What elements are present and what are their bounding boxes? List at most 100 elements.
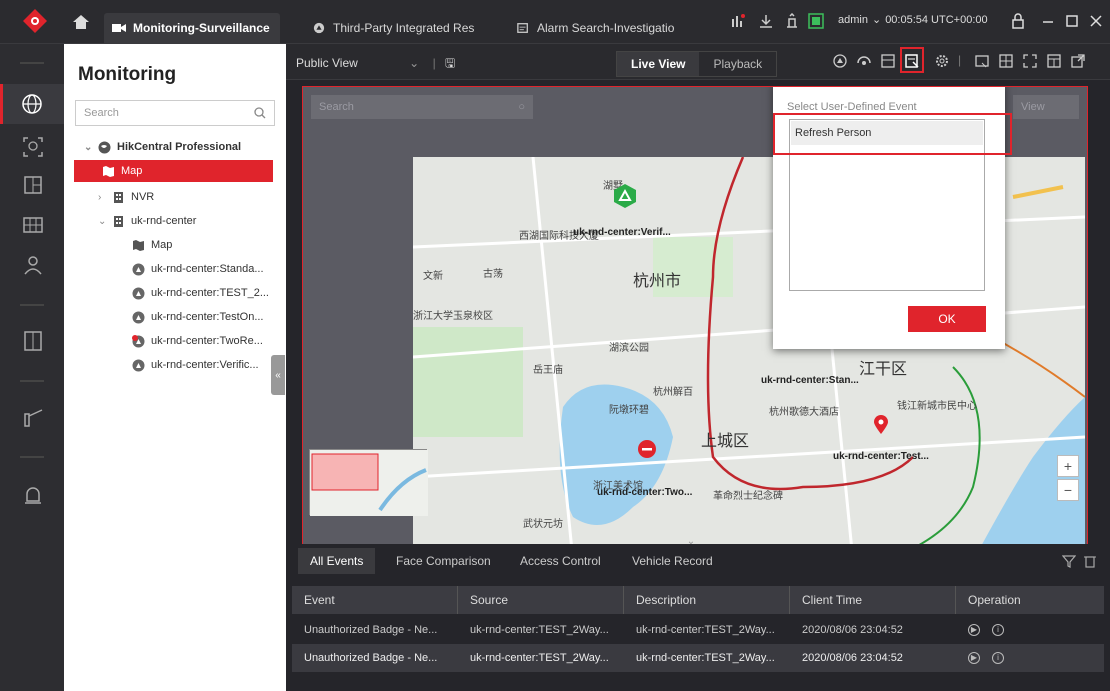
popup-title: Select User-Defined Event bbox=[787, 101, 917, 113]
door-alert-icon bbox=[132, 334, 145, 347]
person-icon[interactable] bbox=[22, 254, 44, 276]
highlight-box bbox=[900, 47, 924, 73]
external-window-icon[interactable] bbox=[1070, 53, 1086, 69]
live-view-window[interactable]: Search ○ View 湖墅 文新 古荡 西湖国际科技大厦 uk-rnd-c… bbox=[302, 86, 1088, 560]
zoom-out-button[interactable]: − bbox=[1057, 479, 1079, 501]
zoom-in-button[interactable]: + bbox=[1057, 455, 1079, 477]
door-control-icon[interactable] bbox=[22, 330, 44, 352]
mode-switch: Live View Playback bbox=[616, 51, 778, 77]
tab-alarm-search[interactable]: Alarm Search-Investigatio bbox=[508, 13, 698, 43]
arm-control-icon[interactable] bbox=[856, 53, 872, 69]
snapshot-icon[interactable] bbox=[974, 53, 990, 69]
maintenance-icon[interactable] bbox=[784, 13, 800, 29]
signal-icon[interactable] bbox=[730, 13, 746, 29]
chevron-down-icon: ⌄ bbox=[84, 141, 93, 153]
search-icon: ○ bbox=[518, 101, 525, 113]
alarm-bell-icon[interactable] bbox=[22, 484, 44, 506]
cell-source: uk-rnd-center:TEST_2Way... bbox=[470, 624, 609, 636]
chevron-down-icon: ⌄ bbox=[871, 14, 882, 26]
tab-label: Third-Party Integrated Res bbox=[333, 21, 475, 35]
map-view-button[interactable]: View bbox=[1013, 95, 1079, 119]
map-search-input[interactable]: Search ○ bbox=[311, 95, 533, 119]
layout-grid-icon[interactable] bbox=[1046, 53, 1062, 69]
minimize-icon[interactable] bbox=[1040, 13, 1056, 29]
lock-icon[interactable] bbox=[1010, 13, 1026, 29]
door-icon bbox=[132, 311, 145, 323]
tree-node-map[interactable]: Map bbox=[74, 160, 273, 182]
tab-third-party[interactable]: Third-Party Integrated Res bbox=[304, 13, 484, 43]
playback-tab[interactable]: Playback bbox=[699, 52, 776, 76]
sidebar-item-monitoring[interactable] bbox=[0, 84, 64, 124]
tree-node-map-child[interactable]: Map bbox=[132, 234, 172, 256]
user-status[interactable]: admin ⌄ 00:05:54 UTC+00:00 bbox=[838, 13, 988, 27]
tree-node-door[interactable]: uk-rnd-center:TestOn... bbox=[132, 306, 264, 328]
column-header-operation[interactable]: Operation bbox=[956, 586, 1104, 614]
map-icon bbox=[133, 239, 144, 251]
tab-vehicle-record[interactable]: Vehicle Record bbox=[620, 548, 725, 574]
cell-client-time: 2020/08/06 23:04:52 bbox=[802, 624, 903, 636]
info-icon[interactable]: i bbox=[992, 624, 1004, 637]
gear-icon[interactable] bbox=[934, 53, 950, 69]
overview-minimap[interactable] bbox=[309, 449, 428, 516]
layout-icon[interactable] bbox=[22, 174, 44, 196]
maximize-icon[interactable] bbox=[1064, 13, 1080, 29]
column-header-client-time[interactable]: Client Time bbox=[790, 586, 956, 614]
ok-button[interactable]: OK bbox=[908, 306, 986, 332]
window-split-icon[interactable] bbox=[998, 53, 1014, 69]
close-icon[interactable] bbox=[1088, 13, 1104, 29]
highlight-box bbox=[773, 113, 1012, 155]
place-label: 古荡 bbox=[483, 269, 503, 280]
play-icon[interactable]: ▶ bbox=[968, 624, 980, 637]
resource-icon[interactable] bbox=[832, 53, 848, 69]
tree-node-uk-rnd-center[interactable]: ⌄ uk-rnd-center bbox=[98, 210, 196, 232]
home-icon[interactable] bbox=[72, 14, 90, 30]
filter-icon[interactable] bbox=[1062, 554, 1076, 568]
column-header-event[interactable]: Event bbox=[292, 586, 458, 614]
divider bbox=[20, 304, 44, 306]
fullscreen-icon[interactable] bbox=[1022, 53, 1038, 69]
device-marker-icon[interactable] bbox=[613, 183, 637, 209]
search-input[interactable]: Search bbox=[75, 100, 275, 126]
place-label: 阮墩环碧 bbox=[609, 405, 649, 416]
column-header-source[interactable]: Source bbox=[458, 586, 624, 614]
cell-event: Unauthorized Badge - Ne... bbox=[304, 652, 438, 664]
video-icon bbox=[112, 24, 126, 32]
tree-node-door[interactable]: uk-rnd-center:TEST_2... bbox=[132, 282, 269, 304]
main-area: Public View ⌄ | 🖫 Live View Playback | S… bbox=[286, 44, 1110, 691]
table-row[interactable]: Unauthorized Badge - Ne... uk-rnd-center… bbox=[292, 644, 1104, 672]
delete-icon[interactable] bbox=[1084, 554, 1096, 568]
username: admin bbox=[838, 13, 868, 26]
tab-monitoring-surveillance[interactable]: Monitoring-Surveillance bbox=[104, 13, 280, 43]
place-label: 武状元坊 bbox=[523, 519, 563, 530]
event-tabs: All Events Face Comparison Access Contro… bbox=[286, 544, 1110, 576]
city-label: 上城区 bbox=[701, 431, 750, 450]
live-view-tab[interactable]: Live View bbox=[617, 52, 700, 76]
divider: | bbox=[958, 53, 962, 67]
barrier-icon[interactable] bbox=[22, 406, 44, 428]
alarm-marker-icon[interactable] bbox=[637, 439, 657, 461]
grid-icon[interactable] bbox=[22, 214, 44, 236]
tree-node-root[interactable]: ⌄ HikCentral Professional bbox=[84, 136, 241, 158]
tree-node-door[interactable]: uk-rnd-center:Verific... bbox=[132, 354, 259, 376]
tree-node-door-alarm[interactable]: uk-rnd-center:TwoRe... bbox=[132, 330, 263, 352]
collapse-panel-button[interactable]: « bbox=[271, 355, 285, 395]
map-device-label: uk-rnd-center:Stan... bbox=[761, 375, 859, 386]
download-icon[interactable] bbox=[758, 13, 774, 29]
tab-face-comparison[interactable]: Face Comparison bbox=[384, 548, 503, 574]
qr-icon[interactable] bbox=[808, 13, 824, 29]
tab-label: Alarm Search-Investigatio bbox=[537, 21, 675, 35]
save-icon[interactable]: 🖫 bbox=[445, 56, 455, 70]
tab-all-events[interactable]: All Events bbox=[298, 548, 376, 574]
tree-node-door[interactable]: uk-rnd-center:Standa... bbox=[132, 258, 264, 280]
play-icon[interactable]: ▶ bbox=[968, 652, 980, 665]
panel-icon[interactable] bbox=[880, 53, 896, 69]
view-selector[interactable]: Public View ⌄ | 🖫 bbox=[296, 54, 455, 75]
tab-access-control[interactable]: Access Control bbox=[508, 548, 613, 574]
tree-node-nvr[interactable]: › NVR bbox=[98, 186, 154, 208]
page-title: Monitoring bbox=[78, 64, 177, 85]
column-header-description[interactable]: Description bbox=[624, 586, 790, 614]
city-label: 杭州市 bbox=[633, 271, 682, 290]
face-recognition-icon[interactable] bbox=[22, 136, 44, 158]
info-icon[interactable]: i bbox=[992, 652, 1004, 665]
table-row[interactable]: Unauthorized Badge - Ne... uk-rnd-center… bbox=[292, 616, 1104, 644]
